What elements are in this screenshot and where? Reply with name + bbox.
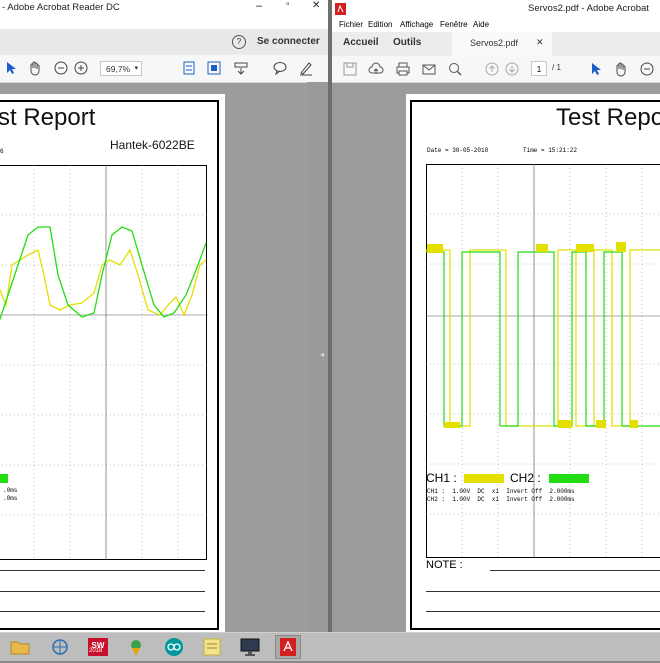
minimize-button[interactable]: – bbox=[256, 0, 262, 12]
help-icon[interactable]: ? bbox=[232, 35, 246, 49]
solidworks-icon[interactable]: SW 2018 bbox=[86, 636, 110, 658]
tab-document[interactable]: Servos2.pdf ✕ bbox=[452, 32, 552, 56]
right-window-title: Servos2.pdf - Adobe Acrobat bbox=[528, 3, 649, 14]
right-menu-bar: Fichier Edition Affichage Fenêtre Aide bbox=[332, 18, 660, 32]
right-report-title: Test Repo bbox=[556, 104, 660, 132]
right-pdf-page: Test Repo Date = 30-05-2018 Time = 15:21… bbox=[406, 94, 660, 632]
collapse-left-icon[interactable]: ◂ bbox=[320, 350, 324, 359]
arduino-icon[interactable] bbox=[162, 636, 186, 658]
note-label: NOTE : bbox=[426, 559, 463, 571]
notes-icon[interactable] bbox=[200, 636, 224, 658]
fit-page-icon[interactable] bbox=[181, 60, 197, 76]
left-menu-bar bbox=[0, 15, 328, 29]
right-acrobat-window: Servos2.pdf - Adobe Acrobat Fichier Edit… bbox=[332, 0, 660, 632]
left-window-title: - Adobe Acrobat Reader DC bbox=[2, 2, 120, 13]
close-button[interactable]: ✕ bbox=[312, 0, 320, 11]
left-note-line-2 bbox=[0, 591, 205, 592]
maps-icon[interactable] bbox=[124, 636, 148, 658]
acrobat-app-icon bbox=[335, 3, 346, 15]
left-report-title: st Report bbox=[0, 104, 95, 132]
left-note-line-3 bbox=[0, 611, 205, 612]
note-line-2 bbox=[426, 591, 660, 592]
ch1-label: CH1 : bbox=[426, 471, 457, 485]
ch2-label: CH2 : bbox=[510, 471, 541, 485]
tab-accueil[interactable]: Accueil bbox=[343, 37, 379, 48]
save-icon[interactable] bbox=[342, 61, 358, 77]
right-toolbar: 1 / 1 bbox=[332, 56, 660, 83]
left-acrobat-window: - Adobe Acrobat Reader DC – ▫ ✕ ? Se con… bbox=[0, 0, 328, 632]
zoom-select[interactable]: 69,7%▾ bbox=[100, 61, 142, 76]
left-title-bar: - Adobe Acrobat Reader DC – ▫ ✕ bbox=[0, 0, 328, 15]
taskbar: SW 2018 bbox=[0, 632, 660, 661]
monitor-icon[interactable] bbox=[238, 636, 262, 658]
menu-fenetre[interactable]: Fenêtre bbox=[440, 20, 468, 29]
page-total: / 1 bbox=[552, 63, 561, 72]
network-tool-icon[interactable] bbox=[48, 636, 72, 658]
sign-pen-icon[interactable] bbox=[298, 60, 314, 76]
next-page-icon[interactable] bbox=[504, 61, 520, 77]
ch2-info: CH2 : 1.00V DC x1 Invert Off 2.000ms bbox=[427, 496, 575, 503]
upload-cloud-icon[interactable] bbox=[368, 61, 384, 77]
acrobat-icon[interactable] bbox=[276, 636, 300, 658]
left-tab-bar: ? Se connecter bbox=[0, 29, 328, 56]
left-note-line-1 bbox=[0, 570, 205, 571]
left-scope-plot bbox=[0, 165, 208, 560]
left-scroll-area[interactable] bbox=[307, 82, 328, 632]
ch2-swatch bbox=[549, 474, 589, 483]
note-line-1 bbox=[490, 570, 660, 571]
right-tab-bar: Accueil Outils Servos2.pdf ✕ bbox=[332, 32, 660, 57]
zoom-out-icon[interactable] bbox=[53, 60, 69, 76]
select-arrow-icon[interactable] bbox=[3, 60, 19, 76]
fit-width-icon[interactable] bbox=[206, 60, 222, 76]
menu-fichier[interactable]: Fichier bbox=[339, 20, 363, 29]
zoom-out-icon-right[interactable] bbox=[639, 61, 655, 77]
previous-page-icon[interactable] bbox=[484, 61, 500, 77]
left-ch2-swatch bbox=[0, 474, 8, 483]
sign-in-link[interactable]: Se connecter bbox=[257, 36, 320, 47]
left-toolbar: 69,7%▾ bbox=[0, 55, 328, 83]
menu-edition[interactable]: Edition bbox=[368, 20, 392, 29]
ch1-info: CH1 : 1.00V DC x1 Invert Off 2.000ms bbox=[427, 488, 575, 495]
left-date-fragment: 6 bbox=[0, 148, 4, 155]
left-pdf-page: st Report Hantek-6022BE 6 .0ms .0ms bbox=[0, 94, 225, 632]
search-icon[interactable] bbox=[447, 61, 463, 77]
print-icon[interactable] bbox=[395, 61, 411, 77]
date-line: Date = 30-05-2018 bbox=[427, 147, 488, 154]
solidworks-badge: 2018 bbox=[89, 648, 102, 654]
right-title-bar: Servos2.pdf - Adobe Acrobat bbox=[332, 0, 660, 18]
left-ch-info-1: .0ms bbox=[3, 487, 17, 494]
maximize-button[interactable]: ▫ bbox=[286, 0, 290, 10]
note-line-3 bbox=[426, 611, 660, 612]
time-line: Time = 15:21:22 bbox=[523, 147, 577, 154]
menu-affichage[interactable]: Affichage bbox=[400, 20, 433, 29]
tab-document-label: Servos2.pdf bbox=[470, 38, 518, 48]
menu-aide[interactable]: Aide bbox=[473, 20, 489, 29]
left-device-name: Hantek-6022BE bbox=[110, 138, 195, 152]
hand-tool-icon[interactable] bbox=[27, 60, 43, 76]
page-number-input[interactable]: 1 bbox=[531, 61, 547, 76]
close-tab-icon[interactable]: ✕ bbox=[536, 37, 544, 48]
ch1-swatch bbox=[464, 474, 504, 483]
scroll-mode-icon[interactable] bbox=[233, 60, 249, 76]
left-ch-info-2: .0ms bbox=[3, 495, 17, 502]
select-arrow-icon-right[interactable] bbox=[588, 61, 604, 77]
comment-icon[interactable] bbox=[272, 60, 288, 76]
explorer-icon[interactable] bbox=[8, 636, 32, 658]
tab-outils[interactable]: Outils bbox=[393, 37, 421, 48]
hand-tool-icon-right[interactable] bbox=[613, 61, 629, 77]
zoom-in-icon[interactable] bbox=[73, 60, 89, 76]
email-icon[interactable] bbox=[421, 61, 437, 77]
